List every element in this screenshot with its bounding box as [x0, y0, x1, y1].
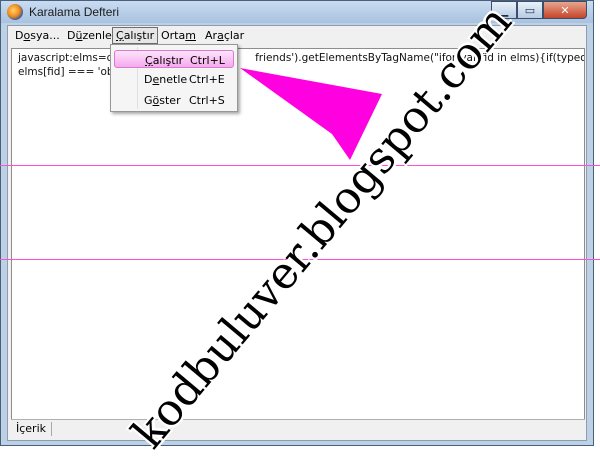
dropdown-item-run-shortcut: Ctrl+L	[190, 54, 225, 67]
dropdown-item-inspect-label: Denetle	[144, 73, 187, 86]
dropdown-item-display-shortcut: Ctrl+S	[189, 94, 225, 107]
dropdown-item-run-label: Çalıştır	[145, 54, 183, 67]
run-menu-dropdown: Çalıştır Ctrl+L Denetle Ctrl+E Göster Ct…	[110, 44, 238, 112]
display-label-a: G	[144, 94, 153, 107]
run-label-b: alıştır	[152, 54, 184, 67]
dropdown-item-display-label: Göster	[144, 94, 181, 107]
run-mnemonic: Ç	[145, 54, 153, 67]
dropdown-item-display[interactable]: Göster Ctrl+S	[114, 91, 234, 109]
display-label-b: ster	[159, 94, 181, 107]
dropdown-item-inspect[interactable]: Denetle Ctrl+E	[114, 70, 234, 88]
dropdown-item-run[interactable]: Çalıştır Ctrl+L	[114, 50, 234, 68]
inspect-label-b: netle	[159, 73, 188, 86]
dropdown-item-inspect-shortcut: Ctrl+E	[189, 73, 225, 86]
